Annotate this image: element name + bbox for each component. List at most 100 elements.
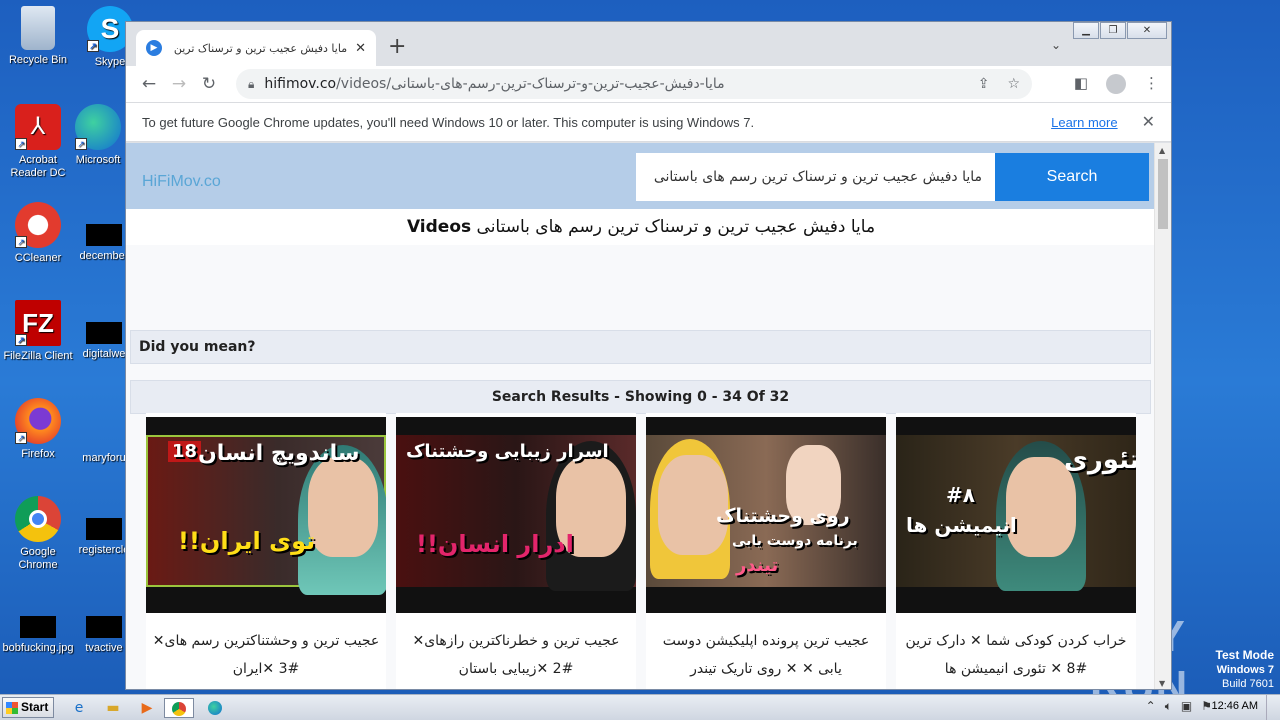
search-button[interactable]: Search: [995, 153, 1149, 201]
taskbar: Start e ▬ ▶ ⌃ 🔈︎ ▣ ⚑ 12:46 AM: [0, 694, 1280, 720]
infobar-message: To get future Google Chrome updates, you…: [142, 114, 755, 130]
url-path: /videos/مایا-دفیش-عجیب-ترین-و-ترسناک-تری…: [336, 76, 725, 92]
thumb-text-1: اسرار زیبایی وحشتناک: [406, 441, 609, 462]
reload-icon[interactable]: ↻: [194, 74, 224, 94]
media-player-icon[interactable]: ▶: [136, 698, 158, 718]
chrome-taskbar-icon[interactable]: [164, 698, 194, 718]
thumb-text-2: ادرار انسان!!: [416, 530, 574, 558]
action-center-flag-icon[interactable]: ⚑: [1201, 699, 1212, 714]
desktop-icon-filezilla[interactable]: FZ ↗ FileZilla Client: [0, 300, 76, 363]
bookmark-star-icon[interactable]: ☆: [1007, 76, 1020, 92]
windows-flag-icon: [6, 702, 18, 714]
tab-strip: ▶ مایا دفیش عجیب ترین و ترسناک ترین ✕ + …: [126, 22, 1171, 66]
search-input[interactable]: مایا دفیش عجیب ترین و ترسناک ترین رسم ها…: [636, 153, 996, 201]
thumb-text-2: انیمیشن ها: [906, 513, 1017, 537]
file-icon: [86, 518, 122, 540]
desktop-icon-ccleaner[interactable]: ↗ CCleaner: [0, 202, 76, 265]
start-button[interactable]: Start: [2, 697, 54, 718]
edge-taskbar-icon[interactable]: [204, 698, 226, 718]
video-card[interactable]: اسرار زیبایی وحشتناک ادرار انسان!! عجیب …: [396, 413, 636, 689]
edge-icon: ↗: [75, 104, 121, 150]
side-panel-icon[interactable]: ◧: [1074, 74, 1088, 94]
page-title-query: مایا دفیش عجیب ترین و ترسناک ترین رسم ها…: [476, 217, 876, 237]
thumb-text-2: توی ایران!!: [178, 527, 316, 555]
chrome-window: ▶ مایا دفیش عجیب ترین و ترسناک ترین ✕ + …: [125, 21, 1172, 690]
test-mode-line1: Test Mode: [1215, 648, 1274, 662]
tray-expand-icon[interactable]: ⌃: [1146, 699, 1156, 714]
recycle-bin-icon: [21, 6, 55, 50]
ccleaner-icon: ↗: [15, 202, 61, 248]
page-viewport: HiFiMov.co مایا دفیش عجیب ترین و ترسناک …: [126, 143, 1156, 689]
show-desktop-button[interactable]: [1266, 695, 1280, 720]
tab-title: مایا دفیش عجیب ترین و ترسناک ترین: [173, 41, 348, 55]
scroll-up-icon[interactable]: ▲: [1159, 146, 1165, 155]
results-summary: Search Results - Showing 0 - 34 Of 32: [130, 380, 1151, 414]
video-title[interactable]: عجیب ترین و وحشتناکترین رسم های✕ #3 ✕ایر…: [150, 627, 382, 687]
page-title: Videos مایا دفیش عجیب ترین و ترسناک ترین…: [126, 209, 1156, 245]
update-infobar: To get future Google Chrome updates, you…: [126, 102, 1171, 142]
test-mode-line3: Build 7601: [1222, 678, 1274, 690]
close-window-icon[interactable]: ✕: [1127, 22, 1167, 39]
firefox-icon: ↗: [15, 398, 61, 444]
infobar-close-icon[interactable]: ✕: [1142, 112, 1155, 132]
learn-more-link[interactable]: Learn more: [1051, 115, 1117, 130]
address-bar[interactable]: 🔒︎ hifimov.co/videos/مایا-دفیش-عجیب-ترین…: [236, 69, 1032, 99]
file-icon: [86, 616, 122, 638]
tab-search-chevron-icon[interactable]: ⌄: [1051, 38, 1061, 52]
thumb-badge: 18: [168, 441, 202, 462]
tab-close-icon[interactable]: ✕: [355, 41, 366, 56]
restore-icon[interactable]: ❐: [1100, 22, 1126, 39]
test-mode-line2: Windows 7: [1216, 664, 1274, 676]
volume-icon[interactable]: 🔈︎: [1165, 699, 1172, 714]
acrobat-icon: ⅄ ↗: [15, 104, 61, 150]
video-card[interactable]: تئوری #۸ انیمیشن ها خراب کردن کودکی شما …: [896, 413, 1136, 689]
thumb-badge: تیندر: [736, 555, 779, 576]
video-thumbnail[interactable]: روی وحشتناک برنامه دوست یابی تیندر: [646, 417, 886, 613]
lock-icon: 🔒︎: [248, 76, 255, 91]
forward-arrow-icon[interactable]: →: [164, 74, 194, 94]
browser-toolbar: ← → ↻ 🔒︎ hifimov.co/videos/مایا-دفیش-عجی…: [126, 66, 1171, 102]
page-scrollbar[interactable]: ▲ ▼: [1154, 143, 1171, 689]
file-icon: [86, 322, 122, 344]
video-title[interactable]: عجیب ترین پرونده اپلیکیشن دوست یابی ✕ ✕ …: [650, 627, 882, 687]
scroll-down-icon[interactable]: ▼: [1159, 679, 1165, 688]
site-logo[interactable]: HiFiMov.co: [142, 173, 221, 191]
system-tray: ⌃ 🔈︎ ▣ ⚑: [1146, 699, 1212, 714]
browser-tab[interactable]: ▶ مایا دفیش عجیب ترین و ترسناک ترین ✕: [136, 30, 376, 66]
desktop-icon-firefox[interactable]: ↗ Firefox: [0, 398, 76, 461]
share-icon[interactable]: ⇪: [978, 76, 990, 92]
desktop-icon-chrome[interactable]: Google Chrome: [0, 496, 76, 572]
taskbar-clock[interactable]: 12:46 AM: [1212, 700, 1258, 712]
video-thumbnail[interactable]: 18 ساندویچ انسان توی ایران!!: [146, 417, 386, 613]
explorer-folder-icon[interactable]: ▬: [102, 698, 124, 718]
network-icon[interactable]: ▣: [1181, 699, 1192, 714]
site-favicon-icon: ▶: [146, 40, 162, 56]
video-thumbnail[interactable]: اسرار زیبایی وحشتناک ادرار انسان!!: [396, 417, 636, 613]
ie-icon[interactable]: e: [68, 698, 90, 718]
file-icon: [20, 616, 56, 638]
desktop-icon-bobfucking[interactable]: bobfucking.jpg: [0, 598, 76, 655]
desktop-icon-recycle-bin[interactable]: Recycle Bin: [0, 6, 76, 67]
profile-avatar-icon[interactable]: [1106, 74, 1126, 94]
thumb-text-1: تئوری: [1064, 445, 1136, 475]
video-thumbnail[interactable]: تئوری #۸ انیمیشن ها: [896, 417, 1136, 613]
chrome-icon: [15, 496, 61, 542]
site-header: HiFiMov.co مایا دفیش عجیب ترین و ترسناک …: [126, 143, 1156, 209]
thumb-badge: #۸: [946, 483, 975, 507]
file-icon: [86, 224, 122, 246]
file-icon: [81, 402, 127, 448]
video-card[interactable]: 18 ساندویچ انسان توی ایران!! عجیب ترین و…: [146, 413, 386, 689]
did-you-mean-panel: Did you mean?: [130, 330, 1151, 364]
video-title[interactable]: خراب کردن کودکی شما ✕ دارک ترین #8 ✕ تئو…: [900, 627, 1132, 687]
thumb-text-2: برنامه دوست یابی: [732, 533, 858, 549]
video-title[interactable]: عجیب ترین و خطرناکترین رازهای✕ #2 ✕زیبای…: [400, 627, 632, 687]
new-tab-icon[interactable]: +: [388, 34, 406, 59]
page-title-prefix: Videos: [406, 217, 472, 237]
video-card[interactable]: روی وحشتناک برنامه دوست یابی تیندر عجیب …: [646, 413, 886, 689]
back-arrow-icon[interactable]: ←: [134, 74, 164, 94]
minimize-icon[interactable]: ▁: [1073, 22, 1099, 39]
scroll-thumb[interactable]: [1158, 159, 1168, 229]
thumb-text-1: ساندویچ انسان: [198, 441, 360, 466]
menu-kebab-icon[interactable]: ⋮: [1144, 74, 1159, 94]
thumb-text-1: روی وحشتناک: [716, 505, 850, 527]
